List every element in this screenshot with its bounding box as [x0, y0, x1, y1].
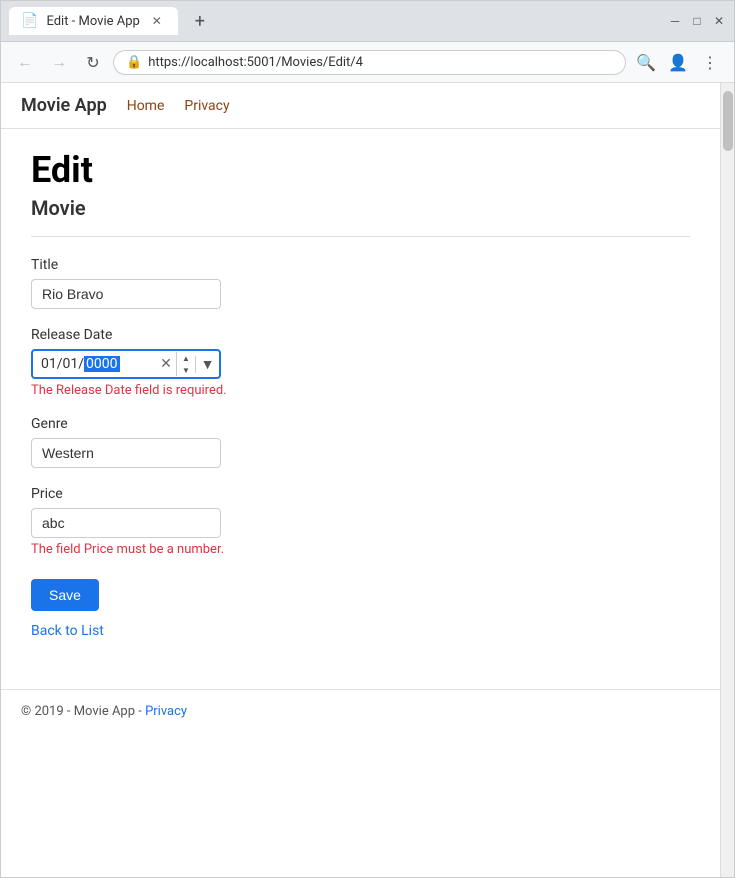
new-tab-button[interactable]: +: [186, 7, 214, 35]
menu-button[interactable]: ⋮: [696, 48, 724, 76]
date-year-selected: 0000: [84, 356, 119, 372]
save-button[interactable]: Save: [31, 579, 99, 611]
main-content: Edit Movie Title Release Date 01/01/0000…: [1, 129, 720, 669]
site-nav: Movie App Home Privacy: [1, 83, 720, 129]
site-footer: © 2019 - Movie App - Privacy: [1, 689, 720, 733]
form-divider: [31, 236, 690, 237]
footer-privacy-link[interactable]: Privacy: [145, 704, 187, 719]
genre-input[interactable]: [31, 438, 221, 468]
date-spin-up-button[interactable]: ▲: [177, 352, 195, 364]
restore-button[interactable]: □: [690, 14, 704, 28]
tab-icon: 📄: [21, 13, 38, 29]
lock-icon: 🔒: [126, 55, 142, 70]
date-spin-down-button[interactable]: ▼: [177, 364, 195, 376]
price-input[interactable]: [31, 508, 221, 538]
search-button[interactable]: 🔍: [632, 48, 660, 76]
page-content: Movie App Home Privacy Edit Movie Title …: [1, 83, 720, 877]
page-subtitle: Movie: [31, 196, 690, 220]
browser-tab[interactable]: 📄 Edit - Movie App ✕: [9, 7, 178, 35]
navigation-bar: ← → ↻ 🔒 https://localhost:5001/Movies/Ed…: [1, 42, 734, 83]
release-date-label: Release Date: [31, 327, 690, 343]
price-error: The field Price must be a number.: [31, 542, 690, 557]
close-button[interactable]: ✕: [712, 14, 726, 28]
release-date-error: The Release Date field is required.: [31, 383, 690, 398]
release-date-field-group: Release Date 01/01/0000 ✕ ▲ ▼ ▼ The Rele…: [31, 327, 690, 398]
page-title: Edit: [31, 149, 690, 192]
tab-title: Edit - Movie App: [46, 14, 139, 29]
nav-privacy-link[interactable]: Privacy: [184, 98, 229, 114]
scrollbar[interactable]: [720, 83, 734, 877]
genre-label: Genre: [31, 416, 690, 432]
title-input[interactable]: [31, 279, 221, 309]
price-field-group: Price The field Price must be a number.: [31, 486, 690, 557]
refresh-button[interactable]: ↻: [79, 48, 107, 76]
price-label: Price: [31, 486, 690, 502]
forward-button[interactable]: →: [45, 48, 73, 76]
date-spinner: ▲ ▼: [176, 352, 195, 376]
date-input-text: 01/01/0000: [33, 351, 156, 377]
minimize-button[interactable]: ─: [668, 14, 682, 28]
date-calendar-button[interactable]: ▼: [195, 356, 219, 373]
tab-close-button[interactable]: ✕: [148, 12, 166, 30]
site-brand: Movie App: [21, 95, 107, 116]
footer-copyright: © 2019 - Movie App -: [21, 704, 145, 719]
back-button[interactable]: ←: [11, 48, 39, 76]
account-button[interactable]: 👤: [664, 48, 692, 76]
title-label: Title: [31, 257, 690, 273]
date-input-wrapper[interactable]: 01/01/0000 ✕ ▲ ▼ ▼: [31, 349, 221, 379]
title-field-group: Title: [31, 257, 690, 309]
back-to-list-link[interactable]: Back to List: [31, 623, 690, 639]
url-text: https://localhost:5001/Movies/Edit/4: [148, 55, 613, 70]
nav-home-link[interactable]: Home: [127, 98, 165, 114]
date-clear-button[interactable]: ✕: [156, 354, 176, 374]
scrollbar-thumb[interactable]: [723, 91, 733, 151]
genre-field-group: Genre: [31, 416, 690, 468]
address-bar[interactable]: 🔒 https://localhost:5001/Movies/Edit/4: [113, 50, 626, 75]
